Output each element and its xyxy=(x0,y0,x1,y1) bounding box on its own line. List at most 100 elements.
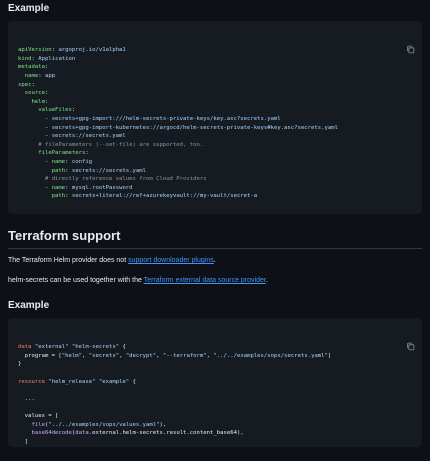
terraform-support-heading: Terraform support xyxy=(8,228,422,249)
code-token: , xyxy=(156,352,163,359)
code-token: "helm_release" xyxy=(48,378,96,385)
code-token: : xyxy=(65,167,72,174)
code-token: : xyxy=(65,193,72,200)
code-token: : xyxy=(71,107,76,114)
code-token: valueFiles xyxy=(38,107,72,114)
code-line: program = ["helm", "secrets", "decrypt",… xyxy=(18,352,412,361)
code-token: { xyxy=(119,344,126,351)
code-line: # fileParameters (--set-file) are suppor… xyxy=(18,141,412,150)
code-line: path: secrets+literal://ref+azurekeyvaul… xyxy=(18,192,412,201)
code-token: app xyxy=(44,72,56,79)
code-token: kind xyxy=(18,55,32,62)
code-token: "external" xyxy=(34,344,69,351)
terraform-paragraph-1: The Terraform Helm provider does not sup… xyxy=(8,257,216,264)
code-line: kind: Application xyxy=(18,55,412,64)
code-token: secrets://secrets.yaml xyxy=(51,133,126,140)
code-token: # directly reference values from Cloud P… xyxy=(44,176,207,183)
code-line: metadata: xyxy=(18,63,412,72)
code-token: { xyxy=(129,378,136,385)
code-token: , xyxy=(82,352,89,359)
code-token: "helm" xyxy=(61,352,82,359)
code-token: : xyxy=(38,72,45,79)
code-token: path xyxy=(51,167,66,174)
code-token: : xyxy=(85,150,89,157)
code-token: - xyxy=(18,133,52,140)
code-token: - xyxy=(18,124,52,131)
terraform-external-data-source-link[interactable]: Terraform external data source provider xyxy=(144,277,266,284)
code-token: secrets+literal://ref+azurekeyvault://my… xyxy=(71,193,258,200)
code-token: base64decode xyxy=(31,430,72,437)
code-line: - secrets+gpg-import:///helm-secrets-pri… xyxy=(18,115,412,124)
copy-icon[interactable] xyxy=(406,28,415,54)
code-body: apiVersion: argoproj.io/v1alpha1 kind: Ap… xyxy=(18,46,412,201)
code-line: ] xyxy=(18,438,412,447)
code-line: apiVersion: argoproj.io/v1alpha1 xyxy=(18,46,412,55)
code-line: # directly reference values from Cloud P… xyxy=(18,175,412,184)
code-token: config xyxy=(71,158,93,165)
code-line: path: secrets://secrets.yaml xyxy=(18,167,412,176)
code-token: secrets://secrets.yaml xyxy=(71,167,147,174)
code-line: helm: xyxy=(18,98,412,107)
code-token: resource xyxy=(18,378,45,385)
code-token: - xyxy=(18,115,52,122)
code-token: values = [ xyxy=(18,412,59,419)
code-line: - secrets+gpg-import-kubernetes://argocd… xyxy=(18,124,412,133)
code-token: metadata xyxy=(18,64,45,71)
code-token: ] xyxy=(18,438,29,445)
code-line: fileParameters: xyxy=(18,149,412,158)
copy-icon[interactable] xyxy=(406,325,415,351)
code-token: fileParameters xyxy=(38,150,86,157)
code-body: data "external" "helm-secrets" { program… xyxy=(18,343,412,447)
code-token: file xyxy=(31,421,45,428)
code-token: - xyxy=(18,184,52,191)
code-block-terraform: data "external" "helm-secrets" { program… xyxy=(8,318,422,447)
code-line: ... xyxy=(18,395,412,404)
example-heading: Example xyxy=(8,3,50,14)
code-token: : xyxy=(31,81,35,88)
code-token: argoproj.io/v1alpha1 xyxy=(58,47,126,54)
code-token: "helm-secrets" xyxy=(71,344,120,351)
code-token: , xyxy=(119,352,126,359)
code-token: name xyxy=(51,184,66,191)
code-line: } xyxy=(18,360,412,369)
code-line: values = [ xyxy=(18,412,412,421)
paragraph-text: . xyxy=(213,257,216,264)
code-token: : xyxy=(65,184,72,191)
page: Example apiVersion: argoproj.io/v1alpha1… xyxy=(0,0,430,461)
terraform-paragraph-2: helm-secrets can be used together with t… xyxy=(8,277,268,284)
paragraph-text: . xyxy=(265,277,268,284)
code-token: data xyxy=(18,344,32,351)
code-token: "example" xyxy=(98,378,130,385)
code-line: - name: mysql.rootPassword xyxy=(18,184,412,193)
code-line: name: app xyxy=(18,72,412,81)
code-token: secrets+gpg-import-kubernetes://argocd/h… xyxy=(51,124,338,131)
code-token: "decrypt" xyxy=(125,352,157,359)
code-line: data "external" "helm-secrets" { xyxy=(18,343,412,352)
code-line: valueFiles: xyxy=(18,106,412,115)
code-token: : xyxy=(44,64,49,71)
code-token: apiVersion xyxy=(18,47,52,54)
code-token: # fileParameters (--set-file) are suppor… xyxy=(38,141,204,148)
code-line: spec: xyxy=(18,81,412,90)
code-token: "--terraform" xyxy=(162,352,207,359)
support-downloader-plugins-link[interactable]: support downloader plugins xyxy=(128,257,214,264)
code-token: "secrets" xyxy=(88,352,120,359)
paragraph-text: The Terraform Helm provider does not xyxy=(8,257,129,264)
example-heading-2: Example xyxy=(8,300,50,311)
code-line: file("../../examples/sops/values.yaml"), xyxy=(18,421,412,430)
code-token: mysql.rootPassword xyxy=(71,184,133,191)
code-token: helm xyxy=(31,98,45,105)
